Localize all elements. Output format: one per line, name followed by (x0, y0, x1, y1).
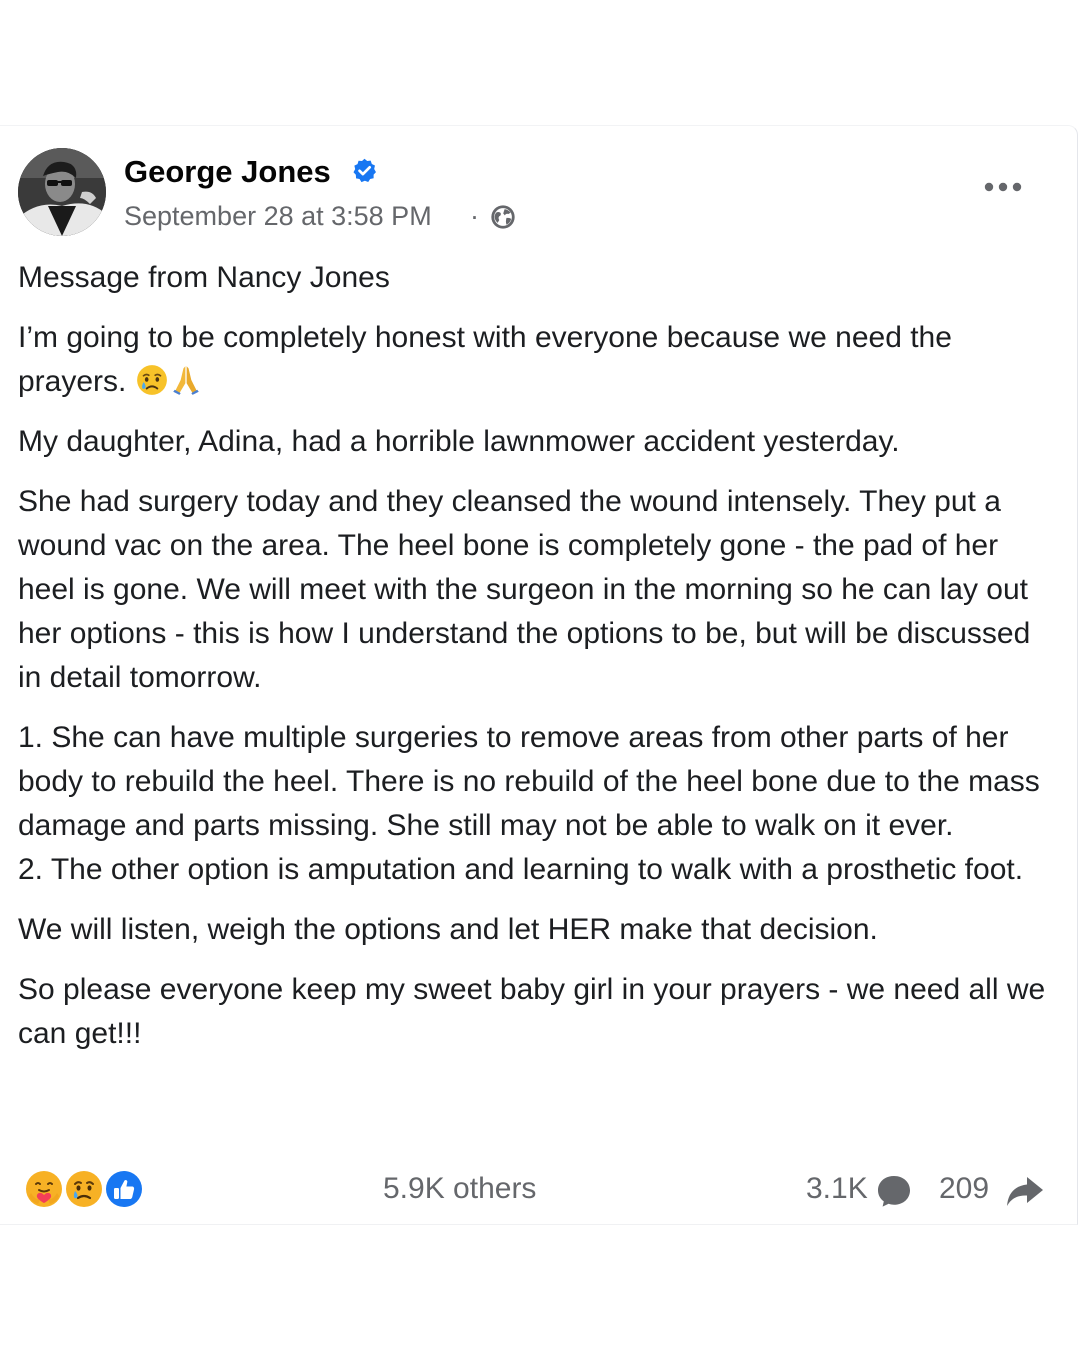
post-paragraph-5: 1. She can have multiple surgeries to re… (18, 721, 1040, 886)
author-name[interactable]: George Jones (124, 154, 331, 190)
post-paragraph-4: She had surgery today and they cleansed … (18, 485, 1031, 694)
share-icon[interactable] (1005, 1173, 1045, 1209)
post-body: Message from Nancy Jones I’m going to be… (18, 256, 1058, 1072)
comment-icon[interactable] (875, 1173, 913, 1209)
post-footer: 5.9K others 3.1K 209 (0, 1164, 1077, 1214)
post-paragraph-2: I’m going to be completely honest with e… (18, 316, 1058, 404)
avatar-photo (18, 148, 106, 236)
post-paragraph-3: My daughter, Adina, had a horrible lawnm… (18, 425, 900, 458)
reaction-summary[interactable] (22, 1167, 146, 1211)
reaction-count[interactable]: 5.9K others (383, 1172, 536, 1206)
folded-hands-emoji (172, 366, 199, 395)
crying-face-emoji (136, 365, 167, 395)
timestamp-separator: · (470, 201, 479, 231)
share-count[interactable]: 209 (939, 1172, 989, 1206)
facebook-post: George Jones September 28 at 3:58 PM · M… (0, 125, 1078, 1225)
sad-reaction-icon (62, 1167, 106, 1211)
verified-badge-icon (353, 158, 376, 183)
like-reaction-icon (102, 1167, 146, 1211)
care-reaction-icon (22, 1167, 66, 1211)
avatar[interactable] (18, 148, 106, 236)
post-paragraph-6: We will listen, weigh the options and le… (18, 913, 878, 946)
more-options-button[interactable] (980, 174, 1026, 200)
post-timestamp[interactable]: September 28 at 3:58 PM (124, 201, 432, 232)
globe-icon[interactable] (489, 203, 517, 231)
post-paragraph-1: Message from Nancy Jones (18, 261, 390, 294)
more-options-icon (984, 182, 1022, 192)
post-paragraph-7: So please everyone keep my sweet baby gi… (18, 973, 1046, 1050)
comment-count[interactable]: 3.1K (806, 1172, 868, 1206)
